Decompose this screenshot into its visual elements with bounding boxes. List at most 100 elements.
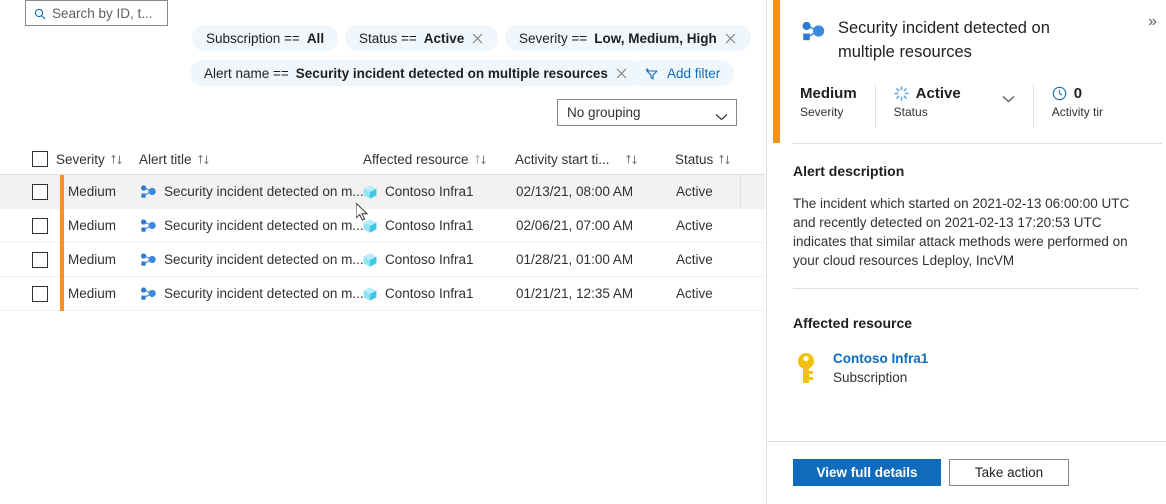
footer-divider bbox=[767, 441, 1166, 442]
column-label: Activity start ti... bbox=[515, 152, 610, 167]
column-header-severity[interactable]: Severity bbox=[56, 152, 124, 167]
filter-chip-label: Severity == bbox=[519, 31, 587, 46]
collapse-panel-button[interactable]: » bbox=[1148, 14, 1157, 30]
section-divider bbox=[793, 288, 1138, 289]
panel-header: Security incident detected on multiple r… bbox=[767, 0, 1166, 143]
severity-accent-bar bbox=[773, 0, 780, 143]
take-action-button[interactable]: Take action bbox=[949, 459, 1069, 486]
cell-affected-resource-text: Contoso Infra1 bbox=[385, 218, 474, 233]
table-row[interactable]: Medium Security incident detected on m..… bbox=[0, 277, 765, 311]
filter-chip-subscription[interactable]: Subscription == All bbox=[192, 25, 338, 51]
security-incident-icon bbox=[140, 252, 157, 267]
filter-chip-status[interactable]: Status == Active bbox=[345, 25, 498, 51]
filter-chip-alert-name[interactable]: Alert name == Security incident detected… bbox=[190, 60, 642, 86]
filter-chip-value: Active bbox=[424, 31, 465, 46]
column-header-status[interactable]: Status bbox=[675, 152, 732, 167]
table-row[interactable]: Medium Security incident detected on m..… bbox=[0, 209, 765, 243]
column-header-alert-title[interactable]: Alert title bbox=[139, 152, 211, 167]
meta-status-value-wrap: Active bbox=[894, 85, 1015, 102]
cell-alert-title-text: Security incident detected on m... bbox=[164, 252, 364, 267]
cell-alert-title[interactable]: Security incident detected on m... bbox=[140, 218, 364, 233]
table-row[interactable]: Medium Security incident detected on m..… bbox=[0, 175, 765, 209]
cell-alert-title-text: Security incident detected on m... bbox=[164, 218, 364, 233]
column-label: Severity bbox=[56, 152, 105, 167]
severity-indicator bbox=[60, 243, 64, 277]
cell-affected-resource-text: Contoso Infra1 bbox=[385, 252, 474, 267]
filter-chip-value: Security incident detected on multiple r… bbox=[296, 66, 608, 81]
severity-indicator bbox=[60, 209, 64, 243]
cell-affected-resource[interactable]: Contoso Infra1 bbox=[362, 184, 474, 200]
alerts-page: Search by ID, t... Subscription == All S… bbox=[0, 0, 1166, 504]
row-checkbox[interactable] bbox=[32, 286, 48, 302]
select-all-checkbox[interactable] bbox=[32, 151, 48, 167]
cell-affected-resource-text: Contoso Infra1 bbox=[385, 184, 474, 199]
meta-severity-label: Severity bbox=[800, 105, 857, 119]
resource-cube-icon bbox=[362, 286, 378, 302]
panel-title-group: Security incident detected on multiple r… bbox=[800, 16, 1100, 64]
cell-alert-title[interactable]: Security incident detected on m... bbox=[140, 184, 364, 199]
add-filter-button[interactable]: Add filter bbox=[630, 60, 734, 86]
cell-status: Active bbox=[676, 286, 713, 301]
view-full-details-button[interactable]: View full details bbox=[793, 459, 941, 486]
clock-icon bbox=[1052, 86, 1067, 101]
security-incident-icon bbox=[140, 218, 157, 233]
close-icon[interactable] bbox=[471, 32, 484, 45]
meta-divider bbox=[875, 85, 876, 127]
cell-affected-resource[interactable]: Contoso Infra1 bbox=[362, 218, 474, 234]
column-header-affected-resource[interactable]: Affected resource bbox=[363, 152, 488, 167]
cell-alert-title[interactable]: Security incident detected on m... bbox=[140, 252, 364, 267]
cell-affected-resource[interactable]: Contoso Infra1 bbox=[362, 286, 474, 302]
column-label: Alert title bbox=[139, 152, 192, 167]
resource-cube-icon bbox=[362, 184, 378, 200]
filter-chip-severity[interactable]: Severity == Low, Medium, High bbox=[505, 25, 751, 51]
panel-meta-strip: Medium Severity Active Status bbox=[800, 85, 1121, 131]
row-checkbox[interactable] bbox=[32, 218, 48, 234]
meta-activity-value: 0 bbox=[1074, 85, 1082, 102]
meta-status-label: Status bbox=[894, 105, 1015, 119]
chevron-down-icon bbox=[715, 109, 728, 117]
cell-status: Active bbox=[676, 252, 713, 267]
security-incident-icon bbox=[140, 184, 157, 199]
affected-resource-type: Subscription bbox=[833, 370, 928, 385]
cell-status: Active bbox=[676, 184, 713, 199]
meta-severity-value: Medium bbox=[800, 85, 857, 102]
filter-chip-value: Low, Medium, High bbox=[594, 31, 717, 46]
panel-divider bbox=[792, 143, 1162, 144]
cell-affected-resource[interactable]: Contoso Infra1 bbox=[362, 252, 474, 268]
grouping-value: No grouping bbox=[567, 105, 641, 120]
sort-icon bbox=[474, 153, 488, 166]
grouping-select[interactable]: No grouping bbox=[557, 99, 737, 126]
search-icon bbox=[34, 7, 46, 19]
column-label: Affected resource bbox=[363, 152, 469, 167]
column-label: Status bbox=[675, 152, 713, 167]
affected-resource-item[interactable]: Contoso Infra1 Subscription bbox=[793, 350, 928, 385]
close-icon[interactable] bbox=[615, 67, 628, 80]
meta-activity-label: Activity tir bbox=[1052, 105, 1103, 119]
cell-activity-start: 01/28/21, 01:00 AM bbox=[516, 252, 633, 267]
column-header-activity-start[interactable]: Activity start ti... bbox=[515, 152, 639, 167]
security-incident-icon bbox=[140, 286, 157, 301]
filter-chip-value: All bbox=[307, 31, 324, 46]
affected-resource-text: Contoso Infra1 Subscription bbox=[833, 350, 928, 385]
meta-status[interactable]: Active Status bbox=[894, 85, 1033, 119]
sort-icon bbox=[625, 153, 639, 166]
table-header-row: Severity Alert title Affected resource bbox=[0, 144, 765, 175]
add-filter-label: Add filter bbox=[667, 66, 720, 81]
meta-severity: Medium Severity bbox=[800, 85, 875, 119]
filter-chip-label: Status == bbox=[359, 31, 417, 46]
row-divider bbox=[740, 175, 741, 209]
cell-severity: Medium bbox=[68, 218, 116, 233]
cell-affected-resource-text: Contoso Infra1 bbox=[385, 286, 474, 301]
sort-icon bbox=[718, 153, 732, 166]
active-status-icon bbox=[894, 86, 909, 101]
chevron-down-icon[interactable] bbox=[1002, 90, 1015, 98]
resource-cube-icon bbox=[362, 218, 378, 234]
cell-alert-title[interactable]: Security incident detected on m... bbox=[140, 286, 364, 301]
close-icon[interactable] bbox=[724, 32, 737, 45]
affected-resource-link[interactable]: Contoso Infra1 bbox=[833, 351, 928, 366]
search-input[interactable]: Search by ID, t... bbox=[25, 0, 168, 26]
sort-icon bbox=[110, 153, 124, 166]
row-checkbox[interactable] bbox=[32, 252, 48, 268]
table-row[interactable]: Medium Security incident detected on m..… bbox=[0, 243, 765, 277]
row-checkbox[interactable] bbox=[32, 184, 48, 200]
